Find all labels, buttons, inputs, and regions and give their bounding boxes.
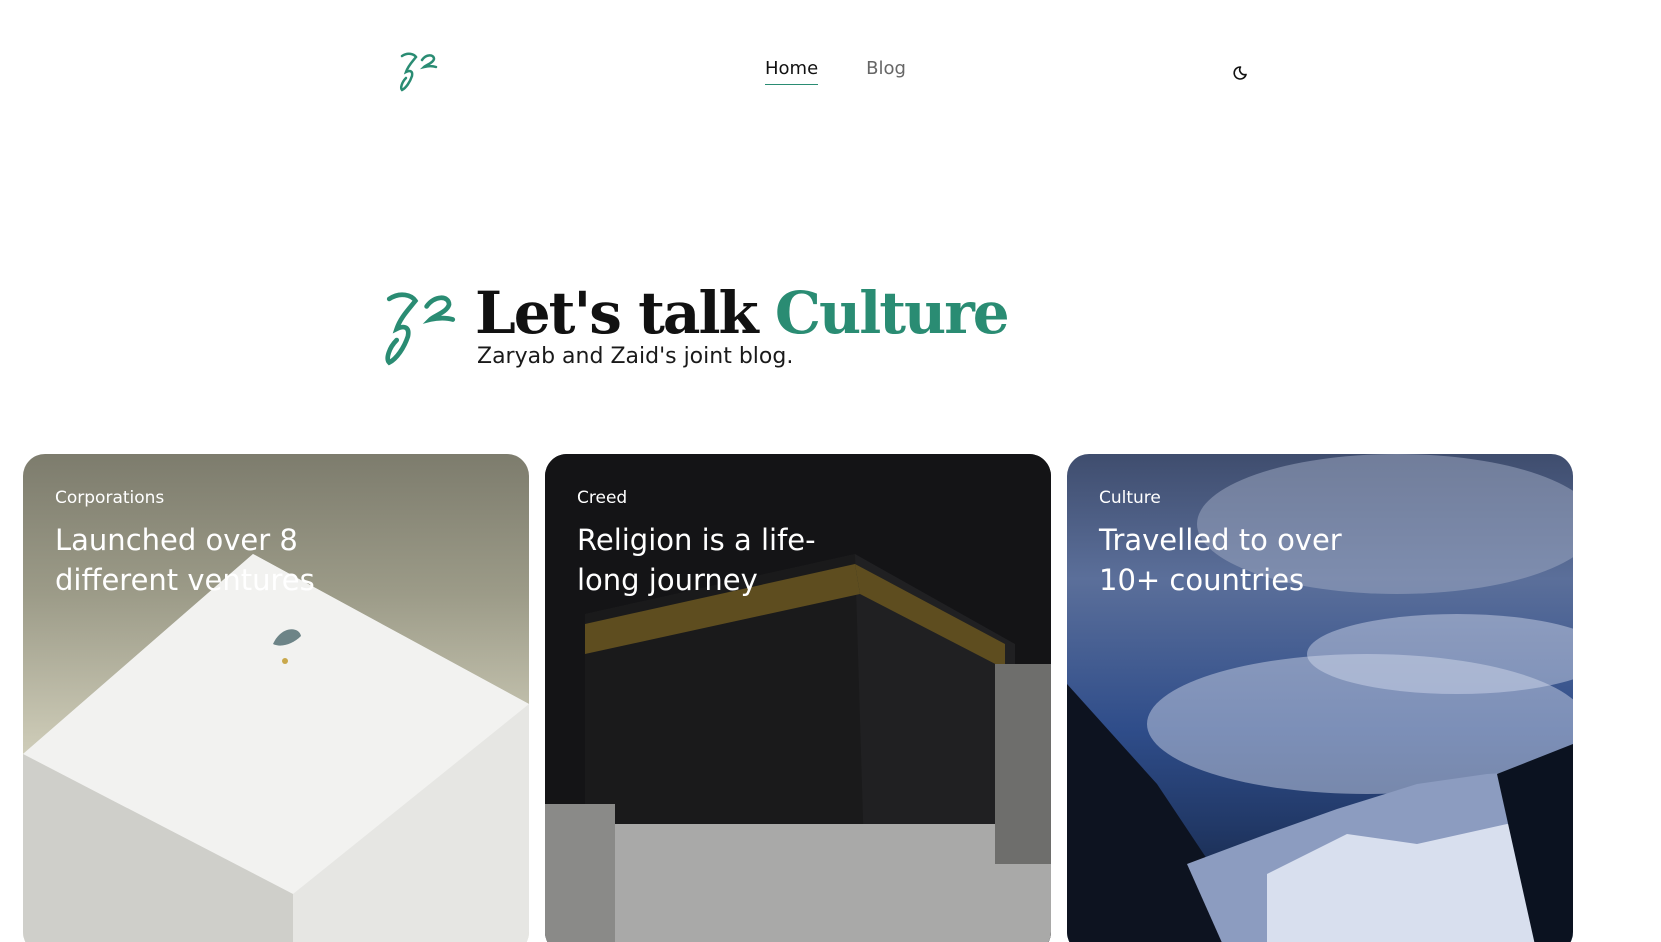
card-title: Launched over 8 different ventures [55, 523, 315, 597]
card-title: Travelled to over 10+ countries [1099, 523, 1342, 597]
main-nav: Home Blog [765, 58, 906, 85]
nav-home[interactable]: Home [765, 58, 819, 85]
card-category: Culture [1099, 488, 1161, 508]
card-category: Creed [577, 488, 628, 508]
card-culture[interactable]: Culture Travelled to over 10+ countries [1067, 454, 1573, 942]
page-title: Let's talk Culture [475, 278, 1010, 348]
page: Home Blog Let's talk Culture Zaryab and … [0, 0, 1661, 942]
title-prefix: Let's talk [475, 279, 759, 347]
title-accent: Culture [774, 279, 1010, 347]
card-corporations[interactable]: Corporations Launched over 8 different v… [23, 454, 529, 942]
moon-icon[interactable] [1232, 62, 1252, 82]
hero-zz-monogram-icon [378, 284, 464, 370]
card-title: Religion is a life-long journey [577, 523, 816, 597]
card-creed[interactable]: Creed Religion is a life-long journey [545, 454, 1051, 942]
nav-blog[interactable]: Blog [866, 58, 906, 85]
page-subtitle: Zaryab and Zaid's joint blog. [477, 344, 794, 369]
zz-monogram-icon[interactable] [396, 48, 442, 94]
card-category: Corporations [55, 488, 165, 508]
